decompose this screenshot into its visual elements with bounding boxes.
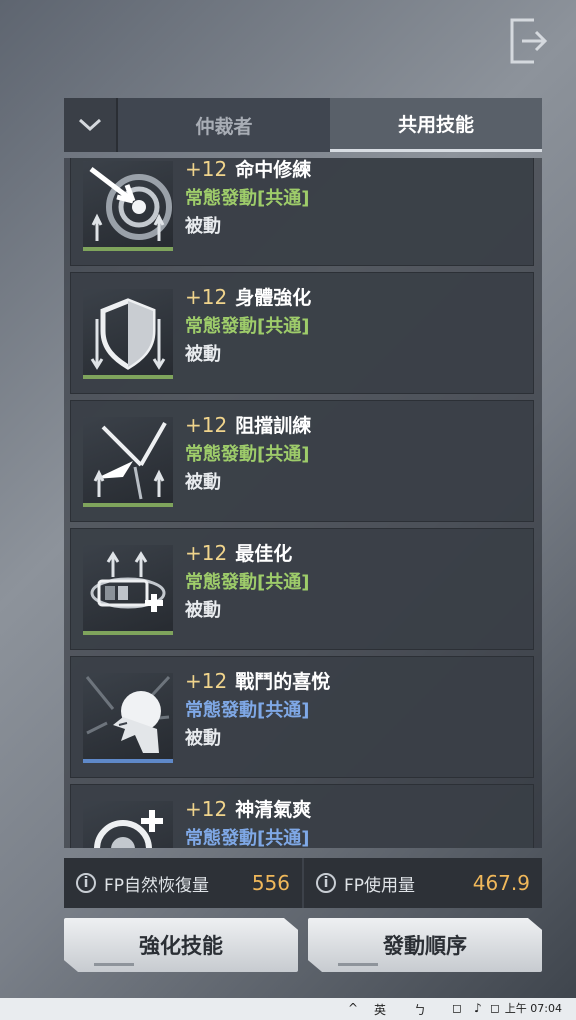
ime-mode-icon[interactable]: ㄅ [414, 1001, 426, 1018]
fp-usage-value: 467.9 [472, 871, 530, 895]
notification-icon[interactable]: ◻ [490, 1001, 500, 1015]
skill-name: 最佳化 [235, 543, 293, 565]
button-underline [94, 963, 134, 966]
battery-plus-icon [83, 545, 173, 635]
skill-type: 常態發動[共通] [185, 444, 310, 465]
activation-order-label: 發動順序 [383, 934, 467, 958]
skill-category: 被動 [185, 344, 221, 365]
info-icon[interactable]: i [316, 873, 336, 893]
enhance-skill-label: 強化技能 [139, 934, 223, 958]
skill-type: 常態發動[共通] [185, 700, 310, 721]
skill-category: 被動 [185, 216, 221, 237]
system-taskbar: ^ 英 ㄅ ◻ ♪ ◻ 上午 07:04 [0, 998, 576, 1020]
skill-level: +12 [185, 158, 228, 181]
skill-list[interactable]: +12 命中修練 常態發動[共通] 被動 +12 身體強化 常態發動[共通] 被… [64, 158, 542, 848]
block-blade-icon [83, 417, 173, 507]
skill-name: 戰鬥的喜悅 [235, 671, 331, 693]
skill-type: 常態發動[共通] [185, 572, 310, 593]
fp-recovery-value: 556 [251, 871, 290, 895]
refresh-plus-icon [83, 801, 173, 848]
fp-stats-bar: i FP自然恢復量 556 i FP使用量 467.9 [64, 858, 542, 908]
skill-item[interactable]: +12 神清氣爽 常態發動[共通] [70, 784, 534, 848]
clock[interactable]: 上午 07:04 [505, 1000, 562, 1016]
skill-item[interactable]: +12 阻擋訓練 常態發動[共通] 被動 [70, 400, 534, 522]
fp-recovery-stat: i FP自然恢復量 556 [64, 858, 302, 908]
fp-usage-stat: i FP使用量 467.9 [302, 858, 542, 908]
dropdown-button[interactable] [64, 98, 118, 152]
tab-bar: 仲裁者 共用技能 [64, 98, 542, 152]
target-arrow-icon [83, 161, 173, 251]
tablet-icon[interactable]: ◻ [452, 1001, 462, 1015]
skill-name: 身體強化 [235, 287, 312, 309]
tray-expand-icon[interactable]: ^ [348, 1001, 358, 1015]
tab-common-skills[interactable]: 共用技能 [330, 98, 542, 152]
skill-item[interactable]: +12 最佳化 常態發動[共通] 被動 [70, 528, 534, 650]
ime-indicator[interactable]: 英 [374, 1001, 386, 1018]
skill-level: +12 [185, 285, 228, 309]
tab-arbiter[interactable]: 仲裁者 [118, 98, 330, 152]
skill-name: 阻擋訓練 [235, 415, 312, 437]
skill-level: +12 [185, 669, 228, 693]
shouting-head-icon [83, 673, 173, 763]
skill-category: 被動 [185, 728, 221, 749]
skill-item[interactable]: +12 戰鬥的喜悅 常態發動[共通] 被動 [70, 656, 534, 778]
skill-item[interactable]: +12 身體強化 常態發動[共通] 被動 [70, 272, 534, 394]
activation-order-button[interactable]: 發動順序 [308, 918, 542, 972]
skill-level: +12 [185, 413, 228, 437]
skill-item[interactable]: +12 命中修練 常態發動[共通] 被動 [70, 158, 534, 266]
button-underline [338, 963, 378, 966]
skill-category: 被動 [185, 600, 221, 621]
info-icon[interactable]: i [76, 873, 96, 893]
volume-icon[interactable]: ♪ [474, 1001, 482, 1015]
fp-usage-label: FP使用量 [344, 875, 416, 896]
fp-recovery-label: FP自然恢復量 [104, 875, 210, 896]
skill-level: +12 [185, 541, 228, 565]
enhance-skill-button[interactable]: 強化技能 [64, 918, 298, 972]
skill-name: 神清氣爽 [235, 799, 312, 821]
skill-level: +12 [185, 797, 228, 821]
exit-icon[interactable] [508, 16, 548, 66]
skill-type: 常態發動[共通] [185, 316, 310, 337]
chevron-down-icon [78, 118, 102, 132]
shield-icon [83, 289, 173, 379]
skill-type: 常態發動[共通] [185, 188, 310, 209]
skill-type: 常態發動[共通] [185, 828, 310, 848]
skill-name: 命中修練 [235, 159, 312, 181]
skill-category: 被動 [185, 472, 221, 493]
